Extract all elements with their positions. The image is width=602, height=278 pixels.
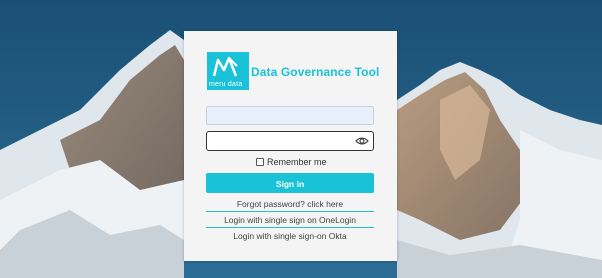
username-input[interactable] <box>206 106 374 125</box>
login-card: meru data Data Governance Tool Remember … <box>184 31 397 261</box>
divider <box>206 227 374 228</box>
password-input[interactable] <box>206 131 374 151</box>
onelogin-sso-link[interactable]: Login with single sign on OneLogin <box>206 215 374 225</box>
logo-text: meru data <box>209 81 243 88</box>
divider <box>206 211 374 212</box>
remember-label: Remember me <box>267 157 327 167</box>
app-title: Data Governance Tool <box>251 65 380 79</box>
okta-sso-link[interactable]: Login with single sign-on Okta <box>206 231 374 241</box>
meru-data-logo: meru data <box>207 52 249 90</box>
signin-button[interactable]: Sign in <box>206 173 374 193</box>
forgot-password-link[interactable]: Forgot password? click here <box>206 199 374 209</box>
mountain-logo-icon <box>212 56 238 77</box>
eye-icon[interactable] <box>355 135 369 147</box>
remember-me[interactable]: Remember me <box>256 156 327 168</box>
remember-checkbox[interactable] <box>256 158 264 166</box>
